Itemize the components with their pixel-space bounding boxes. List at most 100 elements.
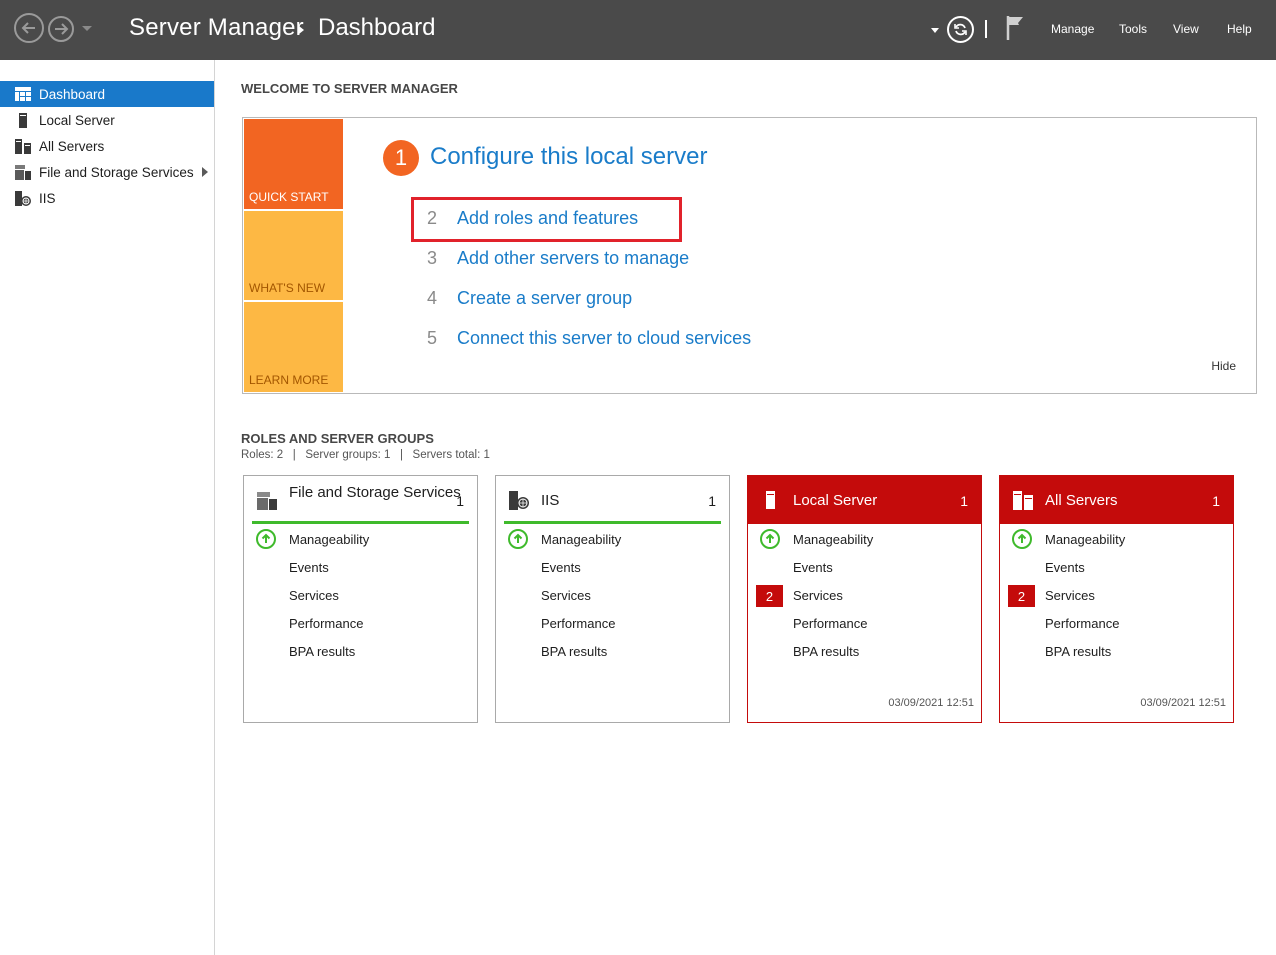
dashboard-icon [15, 86, 31, 102]
tile-label: QUICK START [249, 190, 329, 204]
history-dropdown-icon[interactable] [82, 26, 92, 31]
sidebar-item-local-server[interactable]: Local Server [0, 107, 214, 133]
add-servers-link[interactable]: Add other servers to manage [457, 248, 689, 268]
connect-cloud-link[interactable]: Connect this server to cloud services [457, 328, 751, 348]
back-button[interactable] [14, 13, 44, 43]
row-events[interactable]: Events [1045, 560, 1085, 575]
sidebar-item-label: IIS [39, 190, 56, 206]
step-1-number: 1 [383, 140, 419, 176]
row-bpa-results[interactable]: BPA results [289, 644, 355, 659]
breadcrumb-separator-icon [299, 26, 304, 34]
tile-label: WHAT'S NEW [249, 281, 326, 295]
row-bpa-results[interactable]: BPA results [541, 644, 607, 659]
ok-status-icon [760, 529, 780, 549]
card-timestamp: 03/09/2021 12:51 [888, 697, 974, 709]
step-cloud: 5 Connect this server to cloud services [427, 328, 751, 349]
row-manageability[interactable]: Manageability [793, 532, 873, 547]
card-title: File and Storage Services [289, 484, 461, 501]
servers-icon [15, 138, 31, 154]
toolbar-divider [985, 20, 987, 38]
tile-label: LEARN MORE [249, 373, 329, 387]
row-events[interactable]: Events [289, 560, 329, 575]
menu-tools[interactable]: Tools [1119, 22, 1147, 36]
notifications-flag-icon[interactable] [1006, 15, 1026, 41]
card-local-server[interactable]: Local Server 1 2 Manageability Events Se… [747, 475, 982, 723]
row-bpa-results[interactable]: BPA results [793, 644, 859, 659]
row-events[interactable]: Events [793, 560, 833, 575]
card-all-servers[interactable]: All Servers 1 2 Manageability Events Ser… [999, 475, 1234, 723]
row-performance[interactable]: Performance [541, 616, 615, 631]
sidebar: Dashboard Local Server All Servers File … [0, 60, 215, 955]
sidebar-item-dashboard[interactable]: Dashboard [0, 81, 214, 107]
file-storage-icon [15, 164, 31, 180]
menu-manage[interactable]: Manage [1051, 22, 1094, 36]
ok-status-icon [1012, 529, 1032, 549]
row-manageability[interactable]: Manageability [289, 532, 369, 547]
forward-button[interactable] [48, 16, 74, 42]
row-services[interactable]: Services [1045, 588, 1095, 603]
row-manageability[interactable]: Manageability [541, 532, 621, 547]
step-create-group: 4 Create a server group [427, 288, 632, 309]
sidebar-item-all-servers[interactable]: All Servers [0, 133, 214, 159]
expand-caret-icon[interactable] [202, 167, 208, 177]
sidebar-item-label: File and Storage Services [39, 164, 194, 180]
welcome-panel: QUICK START WHAT'S NEW LEARN MORE 1 Conf… [242, 117, 1257, 394]
tile-learn-more[interactable]: LEARN MORE [244, 302, 343, 392]
roles-summary: Roles: 2 | Server groups: 1 | Servers to… [241, 449, 490, 461]
hide-link[interactable]: Hide [1211, 359, 1236, 373]
card-header[interactable]: IIS 1 [504, 476, 721, 524]
card-title: All Servers [1045, 492, 1118, 509]
row-manageability[interactable]: Manageability [1045, 532, 1125, 547]
iis-icon [509, 491, 529, 510]
row-services[interactable]: Services [289, 588, 339, 603]
file-storage-icon [257, 492, 277, 510]
card-count: 1 [1212, 493, 1220, 509]
tile-quick-start[interactable]: QUICK START [244, 119, 343, 209]
card-title: IIS [541, 492, 560, 509]
row-events[interactable]: Events [541, 560, 581, 575]
row-bpa-results[interactable]: BPA results [1045, 644, 1111, 659]
refresh-button[interactable] [947, 16, 974, 43]
row-services[interactable]: Services [541, 588, 591, 603]
ok-status-icon [256, 529, 276, 549]
welcome-heading: WELCOME TO SERVER MANAGER [241, 81, 458, 96]
card-iis[interactable]: IIS 1 Manageability Events Services Perf… [495, 475, 730, 723]
breadcrumb-dashboard: Dashboard [318, 14, 436, 41]
roles-heading: ROLES AND SERVER GROUPS [241, 431, 434, 446]
sidebar-item-file-storage[interactable]: File and Storage Services [0, 159, 214, 185]
card-count: 1 [708, 493, 716, 509]
create-server-group-link[interactable]: Create a server group [457, 288, 632, 308]
services-alert-badge[interactable]: 2 [756, 585, 783, 607]
row-performance[interactable]: Performance [793, 616, 867, 631]
card-header[interactable]: All Servers 1 [1000, 476, 1233, 524]
step-number: 3 [427, 248, 438, 268]
server-icon [15, 112, 31, 128]
card-header[interactable]: File and Storage Services 1 [252, 476, 469, 524]
step-number: 5 [427, 328, 438, 348]
highlight-box [411, 197, 682, 242]
refresh-icon [954, 23, 967, 36]
card-count: 1 [456, 493, 464, 509]
refresh-dropdown-icon[interactable] [931, 28, 939, 33]
server-icon [766, 491, 775, 509]
menu-view[interactable]: View [1173, 22, 1199, 36]
sidebar-item-label: Local Server [39, 112, 115, 128]
sidebar-item-label: Dashboard [39, 86, 106, 102]
arrow-left-icon [21, 22, 35, 34]
tile-whats-new[interactable]: WHAT'S NEW [244, 211, 343, 300]
row-performance[interactable]: Performance [1045, 616, 1119, 631]
row-performance[interactable]: Performance [289, 616, 363, 631]
ok-status-icon [508, 529, 528, 549]
step-add-servers: 3 Add other servers to manage [427, 248, 689, 269]
servers-icon [1013, 491, 1033, 510]
menu-help[interactable]: Help [1227, 22, 1252, 36]
configure-local-server-link[interactable]: Configure this local server [430, 143, 707, 171]
card-header[interactable]: Local Server 1 [748, 476, 981, 524]
sidebar-item-label: All Servers [39, 138, 105, 154]
row-services[interactable]: Services [793, 588, 843, 603]
services-alert-badge[interactable]: 2 [1008, 585, 1035, 607]
iis-icon [15, 190, 31, 206]
card-file-storage[interactable]: File and Storage Services 1 Manageabilit… [243, 475, 478, 723]
sidebar-item-iis[interactable]: IIS [0, 185, 214, 211]
card-timestamp: 03/09/2021 12:51 [1140, 697, 1226, 709]
